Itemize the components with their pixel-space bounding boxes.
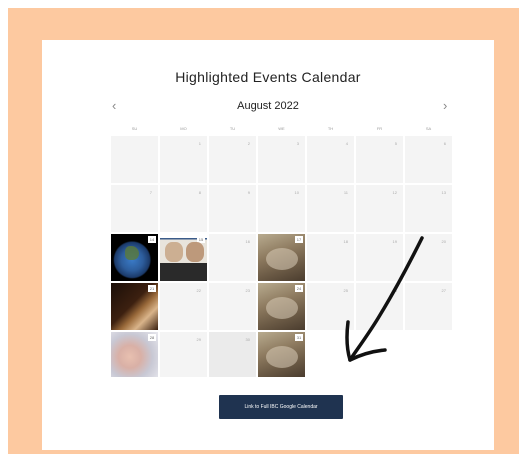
calendar-card: Highlighted Events Calendar ‹ August 202… [42, 40, 494, 450]
day-number: 9 [247, 190, 250, 195]
day-number: 10 [294, 190, 299, 195]
day-cell[interactable]: 22 [159, 282, 208, 331]
month-label: August 2022 [237, 100, 299, 112]
weekday-label: MO [180, 126, 187, 131]
day-cell[interactable]: 11 [306, 184, 355, 233]
weekday-label: FR [376, 126, 383, 131]
day-cell[interactable]: 1 [159, 135, 208, 184]
day-cell[interactable]: 23 [208, 282, 257, 331]
day-cell[interactable]: 12 [355, 184, 404, 233]
calendar-title: Highlighted Events Calendar [175, 69, 361, 85]
day-number: 3 [296, 141, 299, 146]
day-number: 6 [443, 141, 446, 146]
day-cell[interactable]: 29 [159, 331, 208, 378]
day-cell[interactable]: 9 [208, 184, 257, 233]
weekday-label: SA [425, 126, 432, 131]
day-cell[interactable] [110, 135, 159, 184]
day-number: 15 [197, 236, 205, 243]
day-number: 16 [245, 239, 250, 244]
event-day-cell[interactable]: 17 [257, 233, 306, 282]
day-number: 20 [441, 239, 446, 244]
day-number: 8 [198, 190, 201, 195]
event-day-cell[interactable]: 31 [257, 331, 306, 378]
day-number: 30 [245, 337, 250, 342]
day-number: 29 [196, 337, 201, 342]
day-number: 2 [247, 141, 250, 146]
day-cell[interactable]: 4 [306, 135, 355, 184]
day-number: 24 [295, 285, 303, 292]
day-cell[interactable]: 3 [257, 135, 306, 184]
day-number: 22 [196, 288, 201, 293]
day-cell[interactable]: 30 [208, 331, 257, 378]
day-cell[interactable]: 10 [257, 184, 306, 233]
day-number: 13 [441, 190, 446, 195]
day-number: 4 [345, 141, 348, 146]
day-cell[interactable]: 16 [208, 233, 257, 282]
day-number: 23 [245, 288, 250, 293]
weekday-label: TU [229, 126, 236, 131]
day-cell[interactable]: 8 [159, 184, 208, 233]
day-number: 17 [295, 236, 303, 243]
day-cell[interactable]: 7 [110, 184, 159, 233]
day-number: 14 [148, 236, 156, 243]
day-number: 21 [148, 285, 156, 292]
day-cell[interactable]: 13 [404, 184, 453, 233]
day-number: 7 [149, 190, 152, 195]
event-day-cell[interactable]: 15 [159, 233, 208, 282]
day-number: 27 [441, 288, 446, 293]
weekday-label: WE [278, 126, 285, 131]
event-day-cell[interactable]: 14 [110, 233, 159, 282]
next-month-icon[interactable]: › [443, 98, 447, 113]
weekday-label: TH [327, 126, 334, 131]
day-cell[interactable]: 2 [208, 135, 257, 184]
google-calendar-link-button[interactable]: Link to Full IBC Google Calendar [219, 395, 343, 419]
day-number: 5 [394, 141, 397, 146]
day-number: 12 [392, 190, 397, 195]
day-cell[interactable]: 6 [404, 135, 453, 184]
event-day-cell[interactable]: 24 [257, 282, 306, 331]
event-day-cell[interactable]: 21 [110, 282, 159, 331]
event-day-cell[interactable]: 28 [110, 331, 159, 378]
hand-drawn-arrow-icon [345, 236, 424, 362]
day-number: 11 [343, 190, 348, 195]
day-cell[interactable]: 5 [355, 135, 404, 184]
day-number: 1 [198, 141, 201, 146]
day-number: 28 [148, 334, 156, 341]
weekday-label: SU [131, 126, 138, 131]
day-number: 31 [295, 334, 303, 341]
